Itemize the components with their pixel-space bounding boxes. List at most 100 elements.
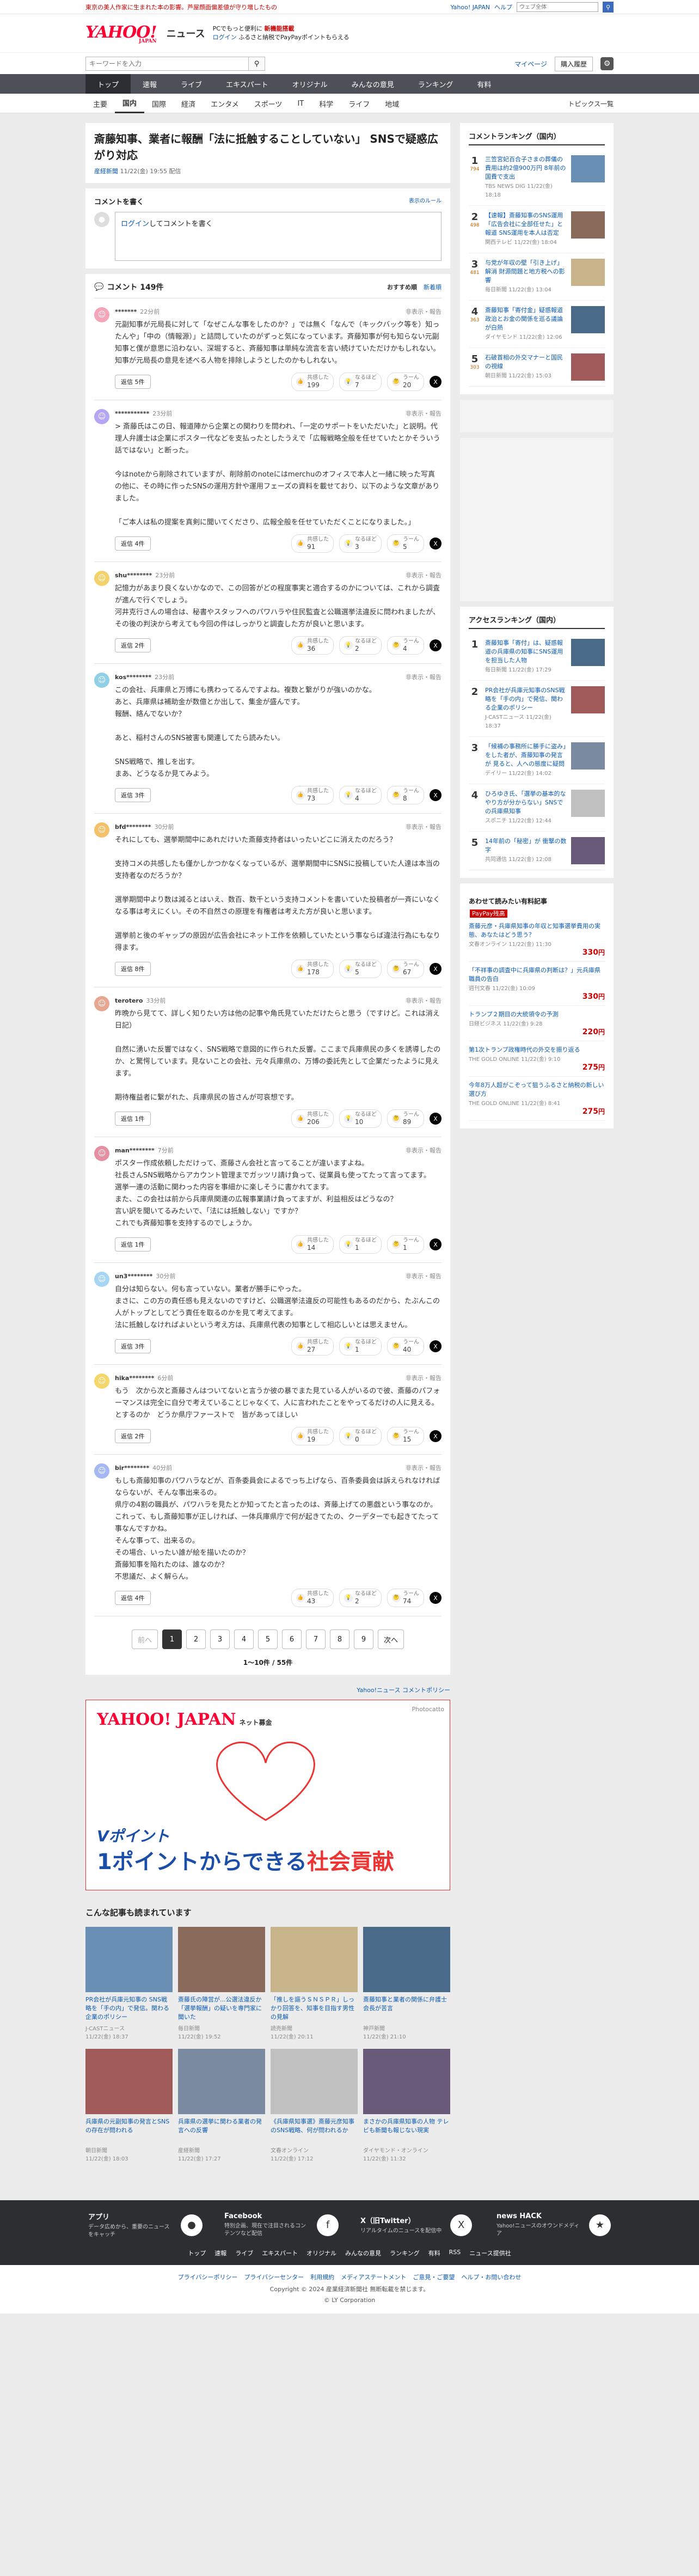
rec-title[interactable]: まさかの兵庫県知事の人物 テレビも新聞も報じない現実 <box>363 2117 450 2144</box>
access-ranking-item[interactable]: 2 PR会社が兵庫元知事のSNS戦略を「手の内」で発信、関わる企業のポリシー J-… <box>469 681 605 737</box>
vote-insight-button[interactable]: 💡 なるほど 1 <box>339 1337 382 1356</box>
comment-textarea[interactable]: ログインしてコメントを書く <box>115 212 442 261</box>
nav-live[interactable]: ライブ <box>169 74 214 94</box>
footer-nav-item[interactable]: エキスパート <box>262 2249 298 2257</box>
footer-nav-item[interactable]: ライブ <box>235 2249 253 2257</box>
comment-user[interactable]: man******** 7分前 <box>115 1146 174 1155</box>
pager-page[interactable]: 5 <box>258 1629 278 1649</box>
rec-item[interactable]: 《兵庫県知事選》斎藤元彦知事のSNS戦略、何が問われるか 文春オンライン 11/2… <box>271 2049 358 2162</box>
vote-insight-button[interactable]: 💡 なるほど 4 <box>339 786 382 804</box>
gear-icon[interactable]: ⚙ <box>600 57 614 70</box>
rank-title[interactable]: 斎藤知事「寄付金」疑惑報道 政治とお金の関係を巡る議論が白熱 <box>485 307 563 331</box>
rank-title[interactable]: 三笠宮妃百合子さまの葬儀の費用は約2億900万円 8年前の国費で支出 <box>485 156 566 180</box>
rank-title[interactable]: 【速報】斎藤知事のSNS運用「広告会社に全部任せた」と報道 SNS運用を本人は否… <box>485 212 563 236</box>
cat-it[interactable]: IT <box>290 94 311 113</box>
rec-item[interactable]: まさかの兵庫県知事の人物 テレビも新聞も報じない現実 ダイヤモンド・オンライン 1… <box>363 2049 450 2162</box>
paid-article-title[interactable]: 第1次トランプ政権時代の外交を振り返る <box>469 1046 605 1054</box>
rec-title[interactable]: 《兵庫県知事選》斎藤元彦知事のSNS戦略、何が問われるか <box>271 2117 358 2144</box>
access-ranking-item[interactable]: 1 斎藤知事「寄付」は、疑惑報道の兵庫県の知事にSNS運用を担当した人物 毎日新聞… <box>469 633 605 681</box>
rec-item[interactable]: 斎藤知事と業者の関係に弁護士会長が苦言 神戸新聞 11/22(金) 21:10 <box>363 1927 450 2040</box>
footer-box[interactable]: アプリ データ広めから、重要のニュースをキャッチ ● <box>88 2211 203 2239</box>
comment-user[interactable]: bir******** 40分前 <box>115 1463 172 1472</box>
x-share-icon[interactable]: X <box>430 538 442 550</box>
paid-article-title[interactable]: トランプ２期目の大統領令の予測 <box>469 1010 605 1019</box>
ad-banner[interactable]: YAHOO! JAPAN ネット募金 Photocatto Vポイント 1ポイント… <box>85 1700 450 1890</box>
vote-insight-button[interactable]: 💡 なるほど 2 <box>339 1589 382 1607</box>
reply-button[interactable]: 返信 4件 <box>115 1591 151 1605</box>
comment-user[interactable]: *********** 23分前 <box>115 409 172 418</box>
footer-nav-item[interactable]: みんなの意見 <box>345 2249 381 2257</box>
vote-agree-button[interactable]: 👍 共感した 91 <box>291 534 334 553</box>
footer-nav-item[interactable]: トップ <box>188 2249 206 2257</box>
reply-button[interactable]: 返信 4件 <box>115 536 151 551</box>
footer-nav-item[interactable]: 速報 <box>214 2249 226 2257</box>
ranking-item[interactable]: 3 481 与党が年収の壁「引き上げ」解消 財源問題と地方税への影響 毎日新聞 11… <box>469 253 605 301</box>
report-link[interactable]: 非表示・報告 <box>406 1374 442 1382</box>
vote-hmm-button[interactable]: 🤔 うーん 40 <box>387 1337 424 1356</box>
pager-page[interactable]: 8 <box>330 1629 350 1649</box>
ranking-item[interactable]: 1 794 三笠宮妃百合子さまの葬儀の費用は約2億900万円 8年前の国費で支出 T… <box>469 150 605 206</box>
article-title[interactable]: 斎藤知事、業者に報酬「法に抵触することしていない」 SNSで疑惑広がり対応 <box>94 131 442 163</box>
rec-title[interactable]: 斎藤氏の陣営が...公選法違反か「選挙報酬」の疑いを専門家に聞いた <box>178 1995 265 2022</box>
paid-article-title[interactable]: 斎藤元彦・兵庫県知事の年収と知事選挙費用の実態、あなたはどう思う？ <box>469 922 605 939</box>
cat-world[interactable]: 国際 <box>144 94 174 113</box>
x-share-icon[interactable]: X <box>430 1113 442 1125</box>
comment-user[interactable]: un3******** 30分前 <box>115 1272 175 1280</box>
report-link[interactable]: 非表示・報告 <box>406 673 442 681</box>
vote-agree-button[interactable]: 👍 共感した 206 <box>291 1109 334 1128</box>
x-share-icon[interactable]: X <box>430 1340 442 1352</box>
pager-page[interactable]: 4 <box>234 1629 254 1649</box>
access-ranking-item[interactable]: 4 ひろゆき氏、「選挙の基本的なやり方が分からない」SNSでの兵庫県知事 スポニチ… <box>469 784 605 832</box>
paid-article-item[interactable]: 第1次トランプ政権時代の外交を振り返る THE GOLD ONLINE 11/2… <box>469 1041 605 1077</box>
x-share-icon[interactable]: X <box>430 789 442 801</box>
access-ranking-item[interactable]: 5 14年前の「秘密」が 衝撃の数字 共同通信 11/22(金) 12:08 <box>469 832 605 870</box>
pager-page[interactable]: 3 <box>210 1629 230 1649</box>
login-link[interactable]: ログイン <box>121 220 149 228</box>
footer-nav-item[interactable]: ランキング <box>390 2249 420 2257</box>
report-link[interactable]: 非表示・報告 <box>406 409 442 418</box>
cat-science[interactable]: 科学 <box>311 94 341 113</box>
x-share-icon[interactable]: X <box>430 376 442 388</box>
rec-item[interactable]: 兵庫県の選挙に関わる業者の発言への反響 産経新聞 11/22(金) 17:27 <box>178 2049 265 2162</box>
vote-agree-button[interactable]: 👍 共感した 73 <box>291 786 334 804</box>
rec-title[interactable]: 斎藤知事と業者の関係に弁護士会長が苦言 <box>363 1995 450 2022</box>
top-notice[interactable]: 東京の美人作家に生まれた本の影響。芦屋顔面偏差値が守り増したもの <box>85 3 277 11</box>
pager-prev[interactable]: 前へ <box>131 1629 158 1649</box>
vote-hmm-button[interactable]: 🤔 うーん 5 <box>387 534 424 553</box>
cat-entertainment[interactable]: エンタメ <box>203 94 247 113</box>
rank-title[interactable]: PR会社が兵庫元知事のSNS戦略を「手の内」で発信、関わる企業のポリシー <box>485 687 565 711</box>
side-ad[interactable] <box>460 400 614 432</box>
vote-insight-button[interactable]: 💡 なるほど 0 <box>339 1427 382 1445</box>
yahoo-japan-link[interactable]: Yahoo! JAPAN <box>450 4 490 11</box>
rank-title[interactable]: ひろゆき氏、「選挙の基本的なやり方が分からない」SNSでの兵庫県知事 <box>485 790 566 815</box>
news-search-input[interactable] <box>85 57 249 71</box>
report-link[interactable]: 非表示・報告 <box>406 1146 442 1155</box>
sort-new[interactable]: 新着順 <box>424 283 442 291</box>
login-link[interactable]: ログイン <box>213 34 237 41</box>
vote-hmm-button[interactable]: 🤔 うーん 67 <box>387 960 424 978</box>
vote-agree-button[interactable]: 👍 共感した 199 <box>291 373 334 391</box>
footer-link[interactable]: ご意見・ご要望 <box>413 2273 455 2281</box>
reply-button[interactable]: 返信 5件 <box>115 375 151 389</box>
paid-article-title[interactable]: 今年8万人超がこぞって狙うふるさと納税の新しい選び方 <box>469 1081 605 1098</box>
vote-insight-button[interactable]: 💡 なるほど 5 <box>339 960 382 978</box>
paid-article-item[interactable]: 「不祥事の調査中に兵庫県の判断は？」元兵庫県職員の告白 週刊文春 11/22(金… <box>469 962 605 1006</box>
comment-policy-link[interactable]: 表示のルール <box>409 196 442 206</box>
reply-button[interactable]: 返信 8件 <box>115 962 151 976</box>
help-link[interactable]: ヘルプ <box>494 3 512 11</box>
x-share-icon[interactable]: X <box>430 1430 442 1442</box>
reply-button[interactable]: 返信 3件 <box>115 1339 151 1353</box>
vote-insight-button[interactable]: 💡 なるほど 10 <box>339 1109 382 1128</box>
x-share-icon[interactable]: X <box>430 1592 442 1604</box>
vote-agree-button[interactable]: 👍 共感した 178 <box>291 960 334 978</box>
access-ranking-item[interactable]: 3 「候補の事務所に勝手に盗み」をした者が、斎藤知事の発言が 見ると、人への態度… <box>469 737 605 784</box>
paid-article-title[interactable]: 「不祥事の調査中に兵庫県の判断は？」元兵庫県職員の告白 <box>469 966 605 984</box>
search-icon[interactable]: ⚲ <box>603 2 614 13</box>
reply-button[interactable]: 返信 2件 <box>115 638 151 652</box>
x-share-icon[interactable]: X <box>430 963 442 975</box>
report-link[interactable]: 非表示・報告 <box>406 307 442 316</box>
search-icon[interactable]: ⚲ <box>249 57 265 71</box>
reply-button[interactable]: 返信 3件 <box>115 788 151 802</box>
rank-title[interactable]: 14年前の「秘密」が 衝撃の数字 <box>485 838 567 853</box>
footer-link[interactable]: ヘルプ・お問い合わせ <box>461 2273 521 2281</box>
